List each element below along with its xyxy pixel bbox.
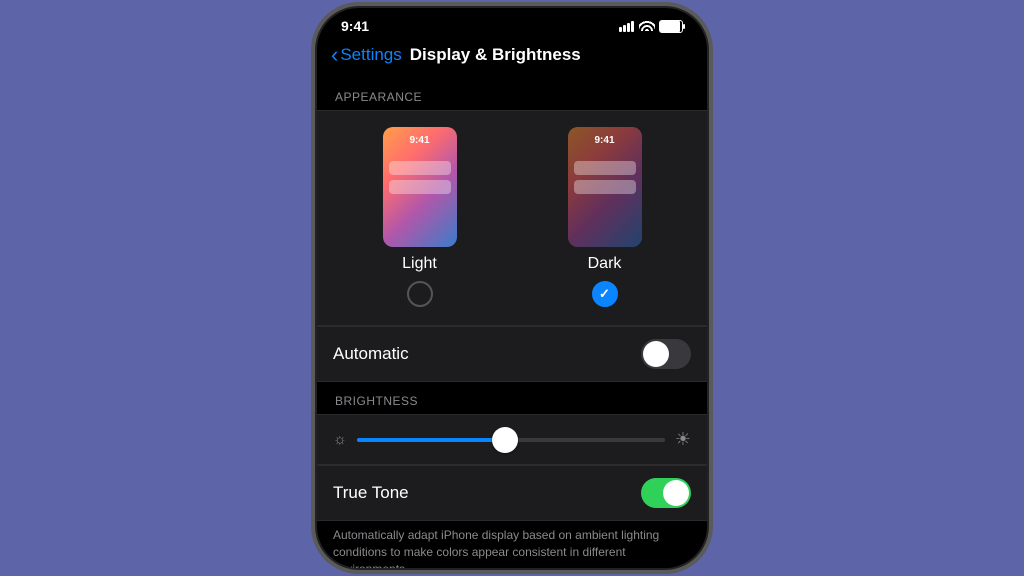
true-tone-label: True Tone bbox=[333, 483, 409, 503]
dark-label: Dark bbox=[588, 255, 622, 273]
dark-thumb-time: 9:41 bbox=[568, 135, 642, 146]
light-thumbnail: 9:41 bbox=[383, 127, 457, 247]
signal-icon bbox=[619, 21, 634, 32]
status-time: 9:41 bbox=[341, 18, 369, 34]
chevron-left-icon: ‹ bbox=[331, 42, 338, 68]
light-radio[interactable] bbox=[407, 281, 433, 307]
automatic-label: Automatic bbox=[333, 344, 409, 364]
sun-max-icon: ☀ bbox=[675, 429, 691, 450]
brightness-slider[interactable] bbox=[357, 438, 665, 442]
appearance-cell: 9:41 Light 9:41 Dark ✓ bbox=[317, 110, 707, 326]
notch bbox=[427, 8, 597, 38]
appearance-header: APPEARANCE bbox=[317, 78, 707, 110]
phone-frame: 9:41 ‹ Settings Display & Brightness APP… bbox=[317, 8, 707, 568]
back-button[interactable]: ‹ Settings bbox=[331, 42, 402, 68]
true-tone-toggle[interactable] bbox=[641, 478, 691, 508]
appearance-option-light[interactable]: 9:41 Light bbox=[383, 127, 457, 307]
back-label: Settings bbox=[340, 45, 401, 65]
brightness-knob[interactable] bbox=[492, 427, 518, 453]
sun-min-icon: ☼ bbox=[333, 431, 347, 448]
automatic-toggle[interactable] bbox=[641, 339, 691, 369]
battery-icon bbox=[659, 20, 683, 33]
automatic-row: Automatic bbox=[317, 326, 707, 382]
wifi-icon bbox=[639, 18, 655, 34]
appearance-option-dark[interactable]: 9:41 Dark ✓ bbox=[568, 127, 642, 307]
brightness-header: BRIGHTNESS bbox=[317, 382, 707, 414]
true-tone-footer: Automatically adapt iPhone display based… bbox=[317, 521, 707, 568]
nav-bar: ‹ Settings Display & Brightness bbox=[317, 38, 707, 78]
brightness-slider-row: ☼ ☀ bbox=[317, 414, 707, 465]
dark-thumbnail: 9:41 bbox=[568, 127, 642, 247]
page-title: Display & Brightness bbox=[410, 45, 581, 65]
light-thumb-time: 9:41 bbox=[383, 135, 457, 146]
light-label: Light bbox=[402, 255, 437, 273]
true-tone-row: True Tone bbox=[317, 465, 707, 521]
brightness-fill bbox=[357, 438, 505, 442]
dark-radio[interactable]: ✓ bbox=[592, 281, 618, 307]
